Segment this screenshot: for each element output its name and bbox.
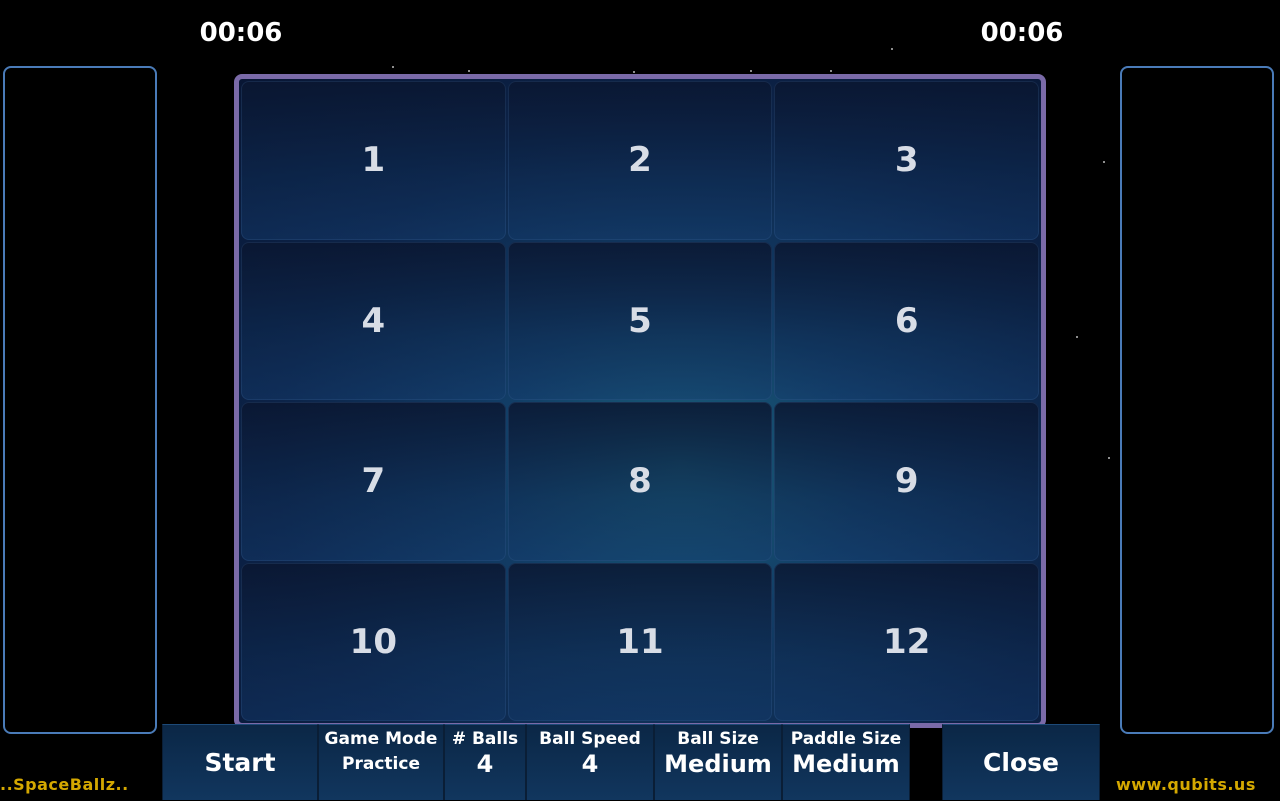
balls-label: # Balls bbox=[451, 729, 519, 749]
start-button[interactable]: Start bbox=[162, 724, 318, 800]
game-mode-selector[interactable]: Game Mode Practice bbox=[318, 724, 444, 800]
control-bar: Start Game Mode Practice # Balls 4 Ball … bbox=[162, 724, 1102, 800]
right-paddle-panel bbox=[1120, 66, 1274, 734]
game-mode-label: Game Mode bbox=[324, 729, 438, 749]
close-button[interactable]: Close bbox=[942, 724, 1100, 800]
star bbox=[891, 48, 893, 50]
left-paddle-panel bbox=[3, 66, 157, 734]
timer-left: 00:06 bbox=[199, 18, 283, 48]
tile-5[interactable]: 5 bbox=[507, 241, 773, 400]
tile-label: 9 bbox=[894, 461, 919, 502]
tile-label: 12 bbox=[882, 621, 931, 662]
tile-11[interactable]: 11 bbox=[507, 562, 773, 721]
brand-logo-text: ..SpaceBallz.. bbox=[0, 775, 129, 794]
tile-label: 1 bbox=[361, 140, 386, 181]
star bbox=[1076, 336, 1078, 338]
tile-8[interactable]: 8 bbox=[507, 402, 773, 561]
tile-label: 2 bbox=[628, 140, 652, 181]
tile-12[interactable]: 12 bbox=[774, 562, 1039, 721]
tile-1[interactable]: 1 bbox=[241, 81, 506, 240]
star bbox=[1108, 457, 1110, 459]
paddle-size-label: Paddle Size bbox=[790, 729, 902, 749]
website-link[interactable]: www.qubits.us bbox=[1116, 775, 1256, 794]
star bbox=[392, 66, 394, 68]
game-mode-value: Practice bbox=[342, 754, 420, 774]
paddle-size-value: Medium bbox=[792, 750, 900, 778]
star bbox=[633, 71, 635, 73]
tile-3[interactable]: 3 bbox=[774, 81, 1039, 240]
ball-size-value: Medium bbox=[664, 750, 772, 778]
star bbox=[468, 70, 470, 72]
tile-9[interactable]: 9 bbox=[774, 402, 1039, 561]
tile-label: 4 bbox=[361, 300, 386, 341]
tile-label: 8 bbox=[628, 461, 652, 502]
tile-2[interactable]: 2 bbox=[507, 81, 773, 240]
paddle-size-selector[interactable]: Paddle Size Medium bbox=[782, 724, 910, 800]
tile-7[interactable]: 7 bbox=[241, 402, 506, 561]
star bbox=[750, 70, 752, 72]
balls-value: 4 bbox=[476, 750, 494, 778]
tile-label: 6 bbox=[894, 300, 919, 341]
tile-label: 10 bbox=[349, 621, 397, 662]
tile-label: 7 bbox=[361, 461, 386, 502]
ball-size-label: Ball Size bbox=[677, 729, 759, 749]
ball-speed-selector[interactable]: Ball Speed 4 bbox=[526, 724, 654, 800]
tile-10[interactable]: 10 bbox=[241, 562, 506, 721]
tile-label: 3 bbox=[894, 140, 919, 181]
tile-4[interactable]: 4 bbox=[241, 241, 506, 400]
timer-right: 00:06 bbox=[980, 18, 1064, 48]
tile-label: 11 bbox=[616, 621, 664, 662]
ball-size-selector[interactable]: Ball Size Medium bbox=[654, 724, 782, 800]
ball-speed-value: 4 bbox=[581, 750, 599, 778]
star bbox=[830, 70, 832, 72]
ball-speed-label: Ball Speed bbox=[539, 729, 641, 749]
balls-selector[interactable]: # Balls 4 bbox=[444, 724, 526, 800]
tile-6[interactable]: 6 bbox=[774, 241, 1039, 400]
star bbox=[1103, 161, 1105, 163]
tile-label: 5 bbox=[628, 300, 652, 341]
game-board: 1 2 3 4 5 6 7 8 9 10 11 12 bbox=[234, 74, 1046, 728]
tile-grid: 1 2 3 4 5 6 7 8 9 10 11 12 bbox=[239, 79, 1041, 723]
